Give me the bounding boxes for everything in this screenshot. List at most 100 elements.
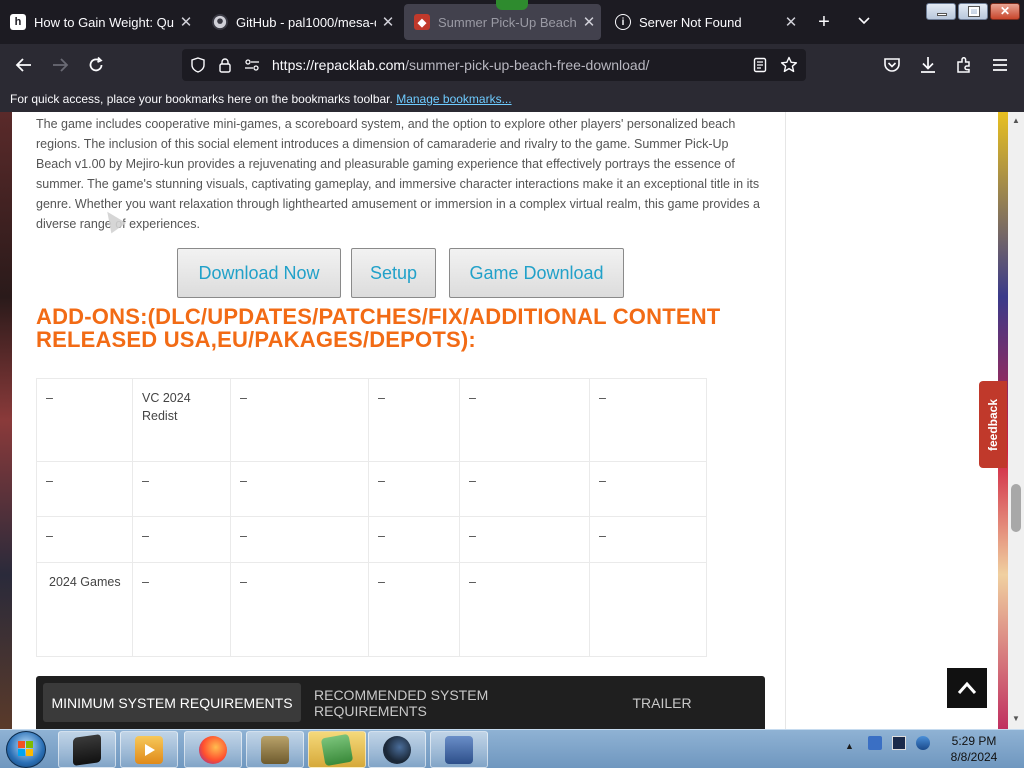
table-row: 2024 Games – – – – [36, 562, 707, 657]
back-icon[interactable] [12, 53, 36, 77]
close-tab-icon[interactable]: ✕ [174, 13, 198, 31]
tab-strip: h How to Gain Weight: Quick ✕ GitHub - p… [0, 0, 1024, 44]
github-icon [212, 14, 228, 30]
extensions-icon[interactable] [952, 53, 976, 77]
close-tab-icon[interactable]: ✕ [779, 13, 803, 31]
scroll-to-top-button[interactable] [947, 668, 987, 708]
requirements-tab-bar: MINIMUM SYSTEM REQUIREMENTS RECOMMENDED … [36, 676, 765, 729]
taskbar-item-media-player[interactable] [120, 731, 178, 768]
h-icon: h [10, 14, 26, 30]
table-cell: – [368, 461, 460, 517]
taskbar-item-firefox[interactable] [184, 731, 242, 768]
table-cell: – [459, 562, 590, 657]
tray-expand-icon[interactable]: ▲ [845, 741, 854, 751]
list-all-tabs-icon[interactable] [852, 10, 876, 34]
minimize-button[interactable] [926, 3, 956, 20]
table-cell: – [459, 378, 590, 462]
table-cell: VC 2024 Redist [132, 378, 231, 462]
table-cell: – [589, 516, 707, 563]
addons-table: – VC 2024 Redist – – – – – – – – – – – –… [36, 378, 707, 657]
close-window-button[interactable]: ✕ [990, 3, 1020, 20]
taskbar: ▲ 5:29 PM 8/8/2024 [0, 729, 1024, 768]
restore-button[interactable] [958, 3, 988, 20]
game-download-button[interactable]: Game Download [449, 248, 624, 298]
table-cell: – [368, 516, 460, 563]
clock-time: 5:29 PM [951, 734, 997, 748]
main-content: The game includes cooperative mini-games… [14, 112, 785, 729]
firefox-icon [199, 735, 227, 764]
table-cell: – [368, 378, 460, 462]
url-bar[interactable]: https://repacklab.com/summer-pick-up-bea… [182, 49, 806, 81]
reader-view-icon[interactable] [753, 57, 767, 78]
web-page: The game includes cooperative mini-games… [0, 112, 1024, 729]
start-button[interactable] [6, 731, 46, 768]
windows-logo-icon [18, 741, 33, 756]
taskbar-item-terminal[interactable] [58, 731, 116, 768]
taskbar-item-steam[interactable] [368, 731, 426, 768]
table-cell: 2024 Games [36, 562, 133, 657]
app-icon [320, 733, 354, 766]
shield-icon[interactable] [190, 57, 206, 78]
table-cell: – [36, 378, 133, 462]
repacklab-icon: ◆ [414, 14, 430, 30]
close-tab-icon[interactable]: ✕ [376, 13, 400, 31]
table-cell: – [230, 516, 369, 563]
network-tray-icon[interactable] [916, 736, 930, 750]
page-scrollbar[interactable]: ▲ ▼ [1008, 112, 1024, 729]
tab-minimum-requirements[interactable]: MINIMUM SYSTEM REQUIREMENTS [43, 683, 301, 722]
tab-gain-weight[interactable]: h How to Gain Weight: Quick ✕ [0, 4, 198, 40]
bookmarks-toolbar: For quick access, place your bookmarks h… [0, 86, 1024, 112]
addons-heading: ADD-ONS:(DLC/UPDATES/PATCHES/FIX/ADDITIO… [36, 304, 721, 352]
reload-icon[interactable] [84, 53, 108, 77]
feedback-button[interactable]: feedback [979, 381, 1007, 468]
forward-icon[interactable] [48, 53, 72, 77]
game-description: The game includes cooperative mini-games… [36, 117, 760, 231]
new-tab-icon[interactable]: + [812, 10, 836, 34]
setup-button[interactable]: Setup [351, 248, 436, 298]
url-text[interactable]: https://repacklab.com/summer-pick-up-bea… [272, 57, 649, 73]
url-domain: https://repacklab.com [272, 57, 406, 73]
restore-icon [968, 6, 980, 17]
chevron-up-icon [957, 681, 977, 694]
taskbar-item-app-active[interactable] [308, 731, 366, 768]
left-background-art [0, 112, 12, 729]
bluetooth-tray-icon[interactable] [868, 736, 882, 750]
close-tab-icon[interactable]: ✕ [577, 13, 601, 31]
downloads-icon[interactable] [916, 53, 940, 77]
tab-title: How to Gain Weight: Quick [34, 14, 174, 30]
manage-bookmarks-link[interactable]: Manage bookmarks... [396, 92, 511, 106]
tab-trailer[interactable]: TRAILER [622, 683, 702, 722]
menu-icon[interactable] [988, 53, 1012, 77]
taskbar-item-network[interactable] [430, 731, 488, 768]
table-cell: – [230, 461, 369, 517]
table-cell: – [368, 562, 460, 657]
scroll-down-icon[interactable]: ▼ [1012, 714, 1020, 723]
display-tray-icon[interactable] [892, 736, 906, 750]
tab-server-not-found[interactable]: i Server Not Found ✕ [605, 4, 803, 40]
taskbar-item-game-box[interactable] [246, 731, 304, 768]
table-cell: – [230, 378, 369, 462]
table-cell: – [459, 461, 590, 517]
media-player-icon [135, 735, 163, 764]
screen: h How to Gain Weight: Quick ✕ GitHub - p… [0, 0, 1024, 768]
table-row: – – – – – – [36, 461, 707, 517]
terminal-icon [73, 733, 101, 766]
pocket-icon[interactable] [880, 53, 904, 77]
table-cell: – [36, 516, 133, 563]
close-icon: ✕ [1000, 4, 1011, 18]
table-cell: – [589, 461, 707, 517]
tab-preview-handle [496, 0, 528, 10]
table-cell: – [132, 516, 231, 563]
tab-recommended-requirements[interactable]: RECOMMENDED SYSTEM REQUIREMENTS [314, 683, 604, 722]
scroll-up-icon[interactable]: ▲ [1012, 116, 1020, 125]
tab-github[interactable]: GitHub - pal1000/mesa-dist ✕ [202, 4, 400, 40]
download-now-button[interactable]: Download Now [177, 248, 341, 298]
tab-summer-beach[interactable]: ◆ Summer Pick-Up Beach ✕ [404, 0, 601, 40]
lock-icon[interactable] [218, 57, 232, 78]
game-box-icon [261, 735, 289, 764]
scrollbar-thumb[interactable] [1011, 484, 1021, 532]
clock[interactable]: 5:29 PM 8/8/2024 [936, 733, 1012, 765]
url-path: /summer-pick-up-beach-free-download/ [405, 57, 650, 73]
permissions-icon[interactable] [244, 57, 260, 78]
bookmark-star-icon[interactable] [780, 56, 798, 79]
